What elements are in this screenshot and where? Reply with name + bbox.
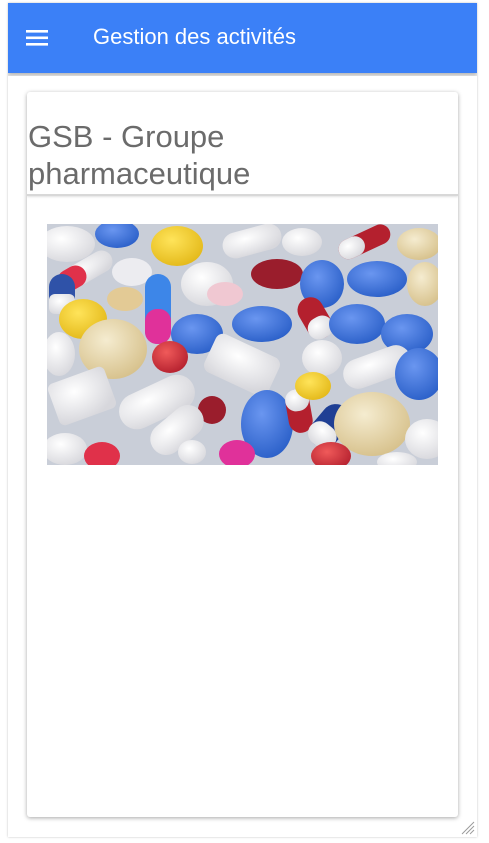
- resize-grip-icon[interactable]: [459, 819, 475, 835]
- card-header: GSB - Groupe pharmaceutique: [27, 92, 458, 196]
- menu-icon: [26, 30, 48, 46]
- main-content: GSB - Groupe pharmaceutique: [8, 76, 477, 837]
- pills-image: [47, 224, 438, 465]
- info-card: GSB - Groupe pharmaceutique: [27, 92, 458, 817]
- toolbar-title: Gestion des activités: [93, 24, 296, 49]
- app-window: Gestion des activités GSB - Groupe pharm…: [8, 3, 477, 837]
- top-app-bar: Gestion des activités: [8, 3, 477, 73]
- menu-button[interactable]: [20, 23, 56, 53]
- card-title: GSB - Groupe pharmaceutique: [28, 119, 251, 191]
